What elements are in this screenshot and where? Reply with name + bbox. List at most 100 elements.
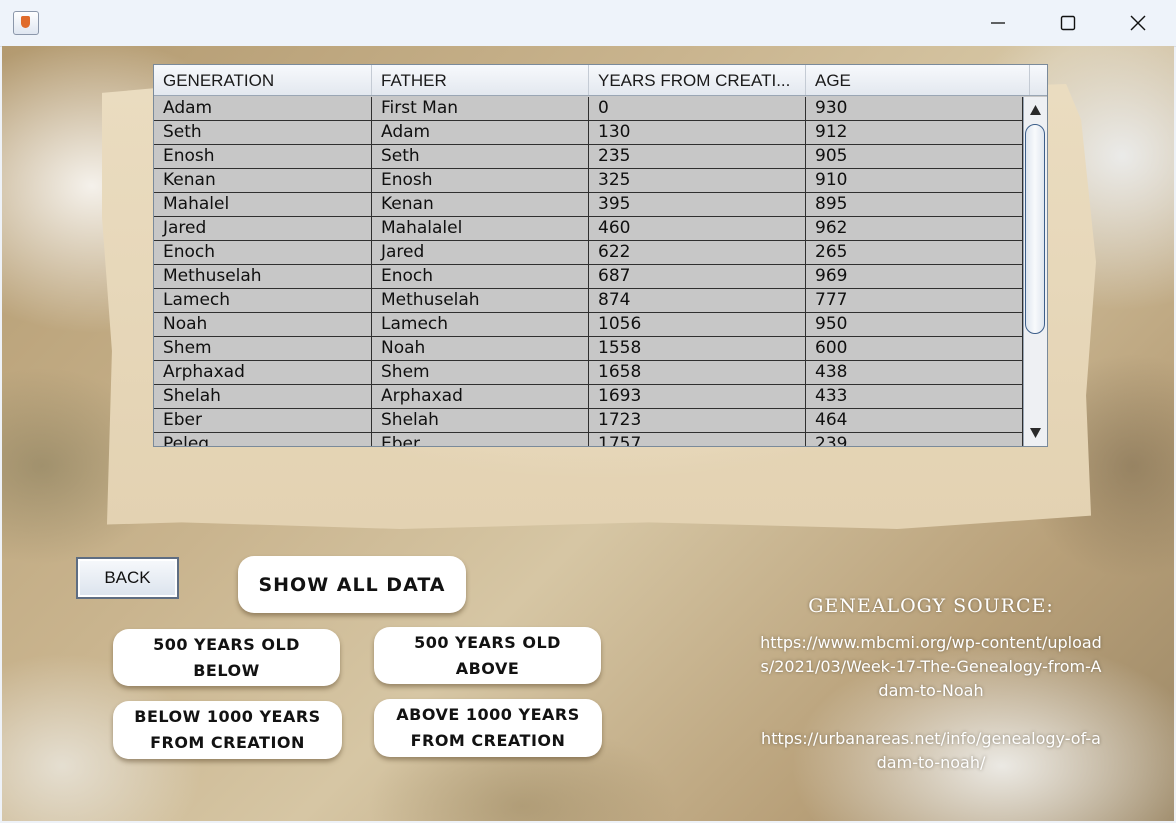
cell-generation[interactable]: Enoch bbox=[154, 241, 372, 264]
source-link-urbanareas: https://urbanareas.net/info/genealogy-of… bbox=[761, 729, 1101, 772]
cell-age[interactable]: 910 bbox=[806, 169, 1023, 192]
cell-years-from-creation[interactable]: 460 bbox=[589, 217, 806, 240]
cell-father[interactable]: First Man bbox=[372, 97, 589, 120]
button-label-line: BELOW 1000 YEARS bbox=[134, 707, 321, 726]
cell-age[interactable]: 239 bbox=[806, 433, 1023, 446]
cell-father[interactable]: Arphaxad bbox=[372, 385, 589, 408]
cell-age[interactable]: 464 bbox=[806, 409, 1023, 432]
cell-generation[interactable]: Eber bbox=[154, 409, 372, 432]
cell-age[interactable]: 962 bbox=[806, 217, 1023, 240]
cell-age[interactable]: 912 bbox=[806, 121, 1023, 144]
cell-years-from-creation[interactable]: 1757 bbox=[589, 433, 806, 446]
cell-father[interactable]: Noah bbox=[372, 337, 589, 360]
table-row[interactable]: Seth Adam 130 912 bbox=[154, 121, 1023, 145]
table-row[interactable]: Shem Noah 1558 600 bbox=[154, 337, 1023, 361]
cell-years-from-creation[interactable]: 0 bbox=[589, 97, 806, 120]
cell-father[interactable]: Adam bbox=[372, 121, 589, 144]
cell-years-from-creation[interactable]: 395 bbox=[589, 193, 806, 216]
show-all-data-button[interactable]: SHOW ALL DATA bbox=[238, 556, 466, 613]
cell-father[interactable]: Eber bbox=[372, 433, 589, 446]
cell-age[interactable]: 969 bbox=[806, 265, 1023, 288]
table-row[interactable]: Jared Mahalalel 460 962 bbox=[154, 217, 1023, 241]
cell-age[interactable]: 950 bbox=[806, 313, 1023, 336]
cell-years-from-creation[interactable]: 1693 bbox=[589, 385, 806, 408]
table-row[interactable]: Noah Lamech 1056 950 bbox=[154, 313, 1023, 337]
cell-age[interactable]: 905 bbox=[806, 145, 1023, 168]
cell-generation[interactable]: Enosh bbox=[154, 145, 372, 168]
table-row[interactable]: Eber Shelah 1723 464 bbox=[154, 409, 1023, 433]
column-header-father[interactable]: FATHER bbox=[372, 65, 589, 95]
cell-age[interactable]: 265 bbox=[806, 241, 1023, 264]
maximize-icon bbox=[1060, 15, 1076, 31]
table-row[interactable]: Lamech Methuselah 874 777 bbox=[154, 289, 1023, 313]
table-row[interactable]: Arphaxad Shem 1658 438 bbox=[154, 361, 1023, 385]
cell-age[interactable]: 930 bbox=[806, 97, 1023, 120]
cell-father[interactable]: Shelah bbox=[372, 409, 589, 432]
cell-age[interactable]: 777 bbox=[806, 289, 1023, 312]
cell-generation[interactable]: Peleg bbox=[154, 433, 372, 446]
scrollbar-thumb[interactable] bbox=[1025, 124, 1045, 334]
cell-father[interactable]: Shem bbox=[372, 361, 589, 384]
cell-father[interactable]: Lamech bbox=[372, 313, 589, 336]
above-1000-years-from-creation-button[interactable]: ABOVE 1000 YEARS FROM CREATION bbox=[374, 699, 602, 757]
genealogy-table: GENERATION FATHER YEARS FROM CREATI... A… bbox=[153, 64, 1048, 447]
cell-father[interactable]: Seth bbox=[372, 145, 589, 168]
cell-years-from-creation[interactable]: 874 bbox=[589, 289, 806, 312]
minimize-button[interactable] bbox=[963, 0, 1033, 46]
cell-father[interactable]: Kenan bbox=[372, 193, 589, 216]
cell-years-from-creation[interactable]: 1558 bbox=[589, 337, 806, 360]
column-header-years-from-creation[interactable]: YEARS FROM CREATI... bbox=[589, 65, 806, 95]
below-1000-years-from-creation-button[interactable]: BELOW 1000 YEARS FROM CREATION bbox=[113, 701, 342, 759]
cell-years-from-creation[interactable]: 622 bbox=[589, 241, 806, 264]
cell-father[interactable]: Enosh bbox=[372, 169, 589, 192]
button-label-line: FROM CREATION bbox=[150, 733, 305, 752]
table-row[interactable]: Shelah Arphaxad 1693 433 bbox=[154, 385, 1023, 409]
table-body: Adam First Man 0 930 Seth Adam 130 912 Enosh Seth… bbox=[154, 97, 1023, 446]
cell-generation[interactable]: Noah bbox=[154, 313, 372, 336]
scroll-up-arrow-icon[interactable] bbox=[1026, 100, 1045, 120]
close-button[interactable] bbox=[1103, 0, 1173, 46]
cell-years-from-creation[interactable]: 1658 bbox=[589, 361, 806, 384]
table-row[interactable]: Adam First Man 0 930 bbox=[154, 97, 1023, 121]
cell-father[interactable]: Mahalalel bbox=[372, 217, 589, 240]
title-bar bbox=[0, 0, 1176, 47]
cell-years-from-creation[interactable]: 130 bbox=[589, 121, 806, 144]
scroll-down-arrow-icon[interactable] bbox=[1026, 423, 1045, 443]
table-row[interactable]: Mahalel Kenan 395 895 bbox=[154, 193, 1023, 217]
button-label-line: FROM CREATION bbox=[410, 731, 566, 750]
table-row[interactable]: Enoch Jared 622 265 bbox=[154, 241, 1023, 265]
table-row[interactable]: Peleg Eber 1757 239 bbox=[154, 433, 1023, 446]
cell-generation[interactable]: Lamech bbox=[154, 289, 372, 312]
vertical-scrollbar[interactable] bbox=[1023, 97, 1047, 446]
cell-generation[interactable]: Shelah bbox=[154, 385, 372, 408]
cell-generation[interactable]: Jared bbox=[154, 217, 372, 240]
cell-age[interactable]: 433 bbox=[806, 385, 1023, 408]
cell-generation[interactable]: Shem bbox=[154, 337, 372, 360]
column-header-age[interactable]: AGE bbox=[806, 65, 1030, 95]
table-row[interactable]: Methuselah Enoch 687 969 bbox=[154, 265, 1023, 289]
cell-years-from-creation[interactable]: 1056 bbox=[589, 313, 806, 336]
above-500-years-old-button[interactable]: 500 YEARS OLD ABOVE bbox=[374, 627, 601, 684]
back-button[interactable]: BACK bbox=[76, 557, 179, 599]
cell-generation[interactable]: Adam bbox=[154, 97, 372, 120]
cell-years-from-creation[interactable]: 687 bbox=[589, 265, 806, 288]
cell-generation[interactable]: Kenan bbox=[154, 169, 372, 192]
table-row[interactable]: Kenan Enosh 325 910 bbox=[154, 169, 1023, 193]
cell-age[interactable]: 895 bbox=[806, 193, 1023, 216]
cell-father[interactable]: Methuselah bbox=[372, 289, 589, 312]
maximize-button[interactable] bbox=[1033, 0, 1103, 46]
cell-generation[interactable]: Seth bbox=[154, 121, 372, 144]
column-header-generation[interactable]: GENERATION bbox=[154, 65, 372, 95]
below-500-years-old-button[interactable]: 500 YEARS OLD BELOW bbox=[113, 629, 340, 686]
cell-generation[interactable]: Mahalel bbox=[154, 193, 372, 216]
cell-age[interactable]: 438 bbox=[806, 361, 1023, 384]
cell-generation[interactable]: Arphaxad bbox=[154, 361, 372, 384]
cell-years-from-creation[interactable]: 325 bbox=[589, 169, 806, 192]
cell-generation[interactable]: Methuselah bbox=[154, 265, 372, 288]
table-row[interactable]: Enosh Seth 235 905 bbox=[154, 145, 1023, 169]
cell-years-from-creation[interactable]: 1723 bbox=[589, 409, 806, 432]
cell-age[interactable]: 600 bbox=[806, 337, 1023, 360]
cell-father[interactable]: Enoch bbox=[372, 265, 589, 288]
cell-father[interactable]: Jared bbox=[372, 241, 589, 264]
cell-years-from-creation[interactable]: 235 bbox=[589, 145, 806, 168]
